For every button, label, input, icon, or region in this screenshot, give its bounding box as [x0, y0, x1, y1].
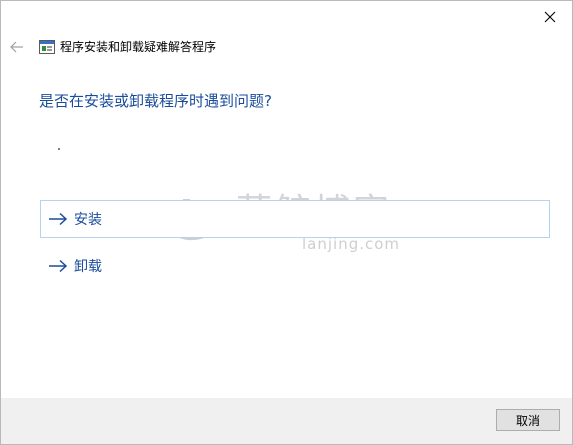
- uninstall-option[interactable]: 卸载: [40, 247, 550, 285]
- decorative-dot: [58, 148, 60, 150]
- back-arrow-icon: [10, 41, 23, 53]
- close-icon: [544, 11, 556, 23]
- install-option-label: 安装: [74, 212, 102, 228]
- cancel-button[interactable]: 取消: [496, 409, 560, 431]
- close-button[interactable]: [536, 5, 564, 29]
- arrow-right-icon: [48, 211, 68, 227]
- footer-bar: 取消: [1, 398, 572, 444]
- page-question: 是否在安装或卸载程序时遇到问题?: [39, 92, 272, 110]
- back-button[interactable]: [9, 39, 25, 55]
- troubleshooter-window: 程序安装和卸载疑难解答程序 是否在安装或卸载程序时遇到问题? 蓝鲸博客 lanj…: [0, 0, 573, 445]
- window-title: 程序安装和卸载疑难解答程序: [60, 40, 217, 54]
- uninstall-option-label: 卸载: [74, 259, 102, 275]
- troubleshooter-app-icon: [39, 40, 55, 54]
- window-header: 程序安装和卸载疑难解答程序: [9, 37, 216, 57]
- arrow-right-icon: [48, 258, 68, 274]
- install-option[interactable]: 安装: [40, 200, 550, 238]
